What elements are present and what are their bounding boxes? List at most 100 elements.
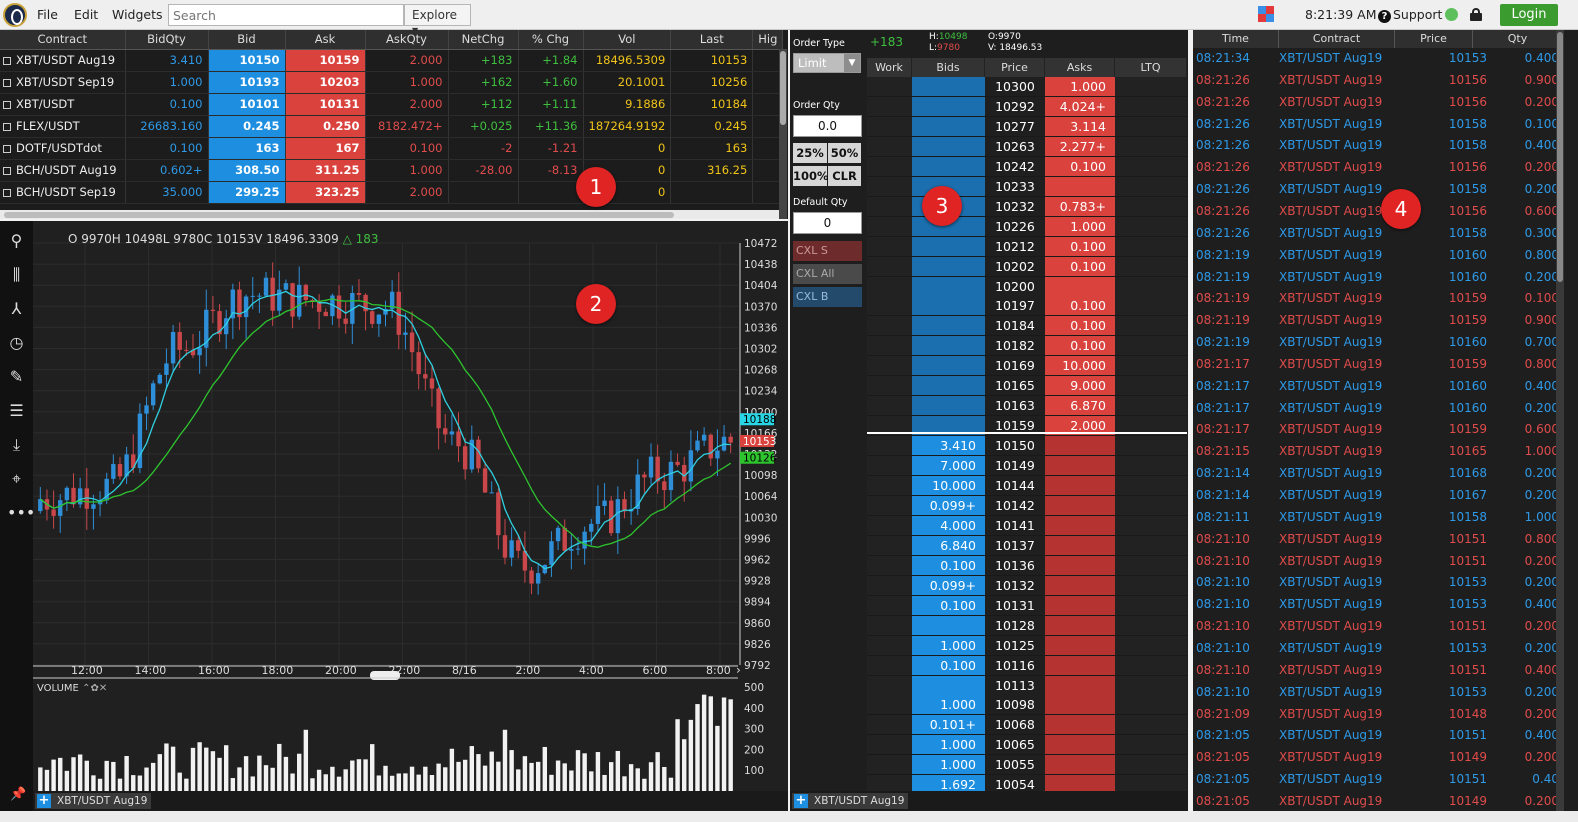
dom-row[interactable]: 10292 4.024+ [867, 96, 1187, 117]
dom-bid-cell[interactable]: 3.410 [912, 436, 985, 457]
col-price[interactable]: Price [985, 58, 1045, 77]
qty-clear-button[interactable]: CLR [828, 166, 861, 186]
dom-ask-cell[interactable]: 1.000 [1045, 77, 1115, 97]
dom-row[interactable]: 10.000 10144 [867, 476, 1187, 496]
column-header[interactable]: Hig [752, 30, 784, 50]
trade-row[interactable]: 08:21:10 XBT/USDT Aug19 10151 0.200 [1193, 616, 1563, 637]
dom-row[interactable]: 10182 0.100 [867, 336, 1187, 357]
trade-row[interactable]: 08:21:10 XBT/USDT Aug19 10153 0.200 [1193, 682, 1563, 703]
dom-bid-cell[interactable]: 0.101+ [912, 715, 985, 736]
dom-bid-cell[interactable]: 1.000 [912, 755, 985, 776]
bid-cell[interactable]: 10150 [208, 49, 286, 72]
dom-bid-cell[interactable]: 0.100 [912, 655, 985, 676]
ask-cell[interactable]: 323.25 [285, 181, 366, 204]
table-row[interactable]: FLEX/USDT 26683.160 0.245 0.250 8182.472+ +0.… [0, 115, 784, 138]
trade-row[interactable]: 08:21:17 XBT/USDT Aug19 10159 0.800 [1193, 354, 1563, 375]
col-bids[interactable]: Bids [912, 58, 985, 77]
dom-row[interactable]: 1.000 10065 [867, 735, 1187, 756]
trade-row[interactable]: 08:21:34 XBT/USDT Aug19 10153 0.400 [1193, 48, 1563, 69]
dom-bid-cell[interactable]: 0.099+ [912, 495, 985, 516]
dom-ask-cell[interactable]: 2.277+ [1045, 136, 1115, 157]
contract-cell[interactable]: BCH/USDT Sep19 [0, 181, 126, 204]
dom-row[interactable]: 6.840 10137 [867, 535, 1187, 556]
col-asks[interactable]: Asks [1045, 58, 1115, 77]
dom-ask-cell[interactable] [1045, 276, 1115, 297]
bid-cell[interactable]: 308.50 [208, 159, 286, 182]
add-icon[interactable]: + [37, 794, 51, 808]
expand-icon[interactable] [3, 166, 11, 175]
menu-widgets[interactable]: Widgets [112, 7, 163, 22]
dom-row[interactable]: 0.099+ 10132 [867, 575, 1187, 596]
dom-bid-cell[interactable] [912, 615, 985, 636]
dom-bid-cell[interactable] [912, 396, 985, 417]
dom-row[interactable]: 10277 3.114 [867, 116, 1187, 137]
contract-cell[interactable]: XBT/USDT Sep19 [0, 71, 126, 94]
dom-row[interactable]: 10300 1.000 [867, 77, 1187, 97]
contract-cell[interactable]: XBT/USDT Aug19 [0, 49, 126, 72]
dom-row[interactable]: 4.000 10141 [867, 515, 1187, 536]
dom-bid-cell[interactable] [912, 336, 985, 357]
dom-ask-cell[interactable]: 6.870 [1045, 396, 1115, 417]
col-ltq[interactable]: LTQ [1115, 58, 1187, 77]
contract-cell[interactable]: BCH/USDT Aug19 [0, 159, 126, 182]
chart-tab[interactable]: + XBT/USDT Aug19 [35, 793, 152, 809]
dom-bid-cell[interactable]: 0.099+ [912, 575, 985, 596]
col-work[interactable]: Work [867, 58, 912, 77]
trade-row[interactable]: 08:21:17 XBT/USDT Aug19 10159 0.600 [1193, 419, 1563, 440]
dom-ask-cell[interactable] [1045, 436, 1115, 457]
trade-row[interactable]: 08:21:09 XBT/USDT Aug19 10148 0.200 [1193, 704, 1563, 725]
dom-ask-cell[interactable] [1045, 476, 1115, 496]
dom-ask-cell[interactable] [1045, 735, 1115, 756]
dom-row[interactable]: 10263 2.277+ [867, 136, 1187, 157]
dom-ask-cell[interactable]: 0.100 [1045, 256, 1115, 277]
dom-row[interactable]: 10184 0.100 [867, 316, 1187, 337]
dom-ask-cell[interactable] [1045, 575, 1115, 596]
expand-icon[interactable] [3, 122, 11, 131]
dom-row[interactable]: 1.000 10055 [867, 755, 1187, 776]
dom-bid-cell[interactable]: 4.000 [912, 515, 985, 536]
dom-row[interactable]: 1.000 10098 [867, 695, 1187, 716]
vertical-scrollbar[interactable] [779, 49, 787, 220]
dom-ask-cell[interactable] [1045, 675, 1115, 696]
lock-icon[interactable] [1470, 8, 1482, 21]
bid-cell[interactable]: 299.25 [208, 181, 286, 204]
expand-icon[interactable] [3, 56, 11, 65]
dom-bid-cell[interactable] [912, 675, 985, 696]
column-header[interactable]: Bid [208, 30, 286, 50]
cancel-all-button[interactable]: CXL All [793, 264, 862, 284]
price-chart[interactable]: 10472 10438 10404 10370 10336 10302 10268 10234… [0, 221, 788, 811]
dom-bid-cell[interactable] [912, 256, 985, 277]
layout-icon[interactable] [1258, 6, 1274, 23]
dom-row[interactable]: 10197 0.100 [867, 296, 1187, 317]
bid-cell[interactable]: 0.245 [208, 115, 286, 138]
dom-row[interactable]: 10232 0.783+ [867, 196, 1187, 217]
col-qty[interactable]: Qty [1473, 30, 1563, 48]
order-qty-input[interactable]: 0.0 [793, 115, 862, 137]
trade-row[interactable]: 08:21:19 XBT/USDT Aug19 10160 0.200 [1193, 267, 1563, 288]
dom-row[interactable]: 10202 0.100 [867, 256, 1187, 277]
dom-ask-cell[interactable]: 0.100 [1045, 236, 1115, 257]
add-icon[interactable]: + [794, 794, 808, 808]
expand-icon[interactable] [3, 78, 11, 87]
column-header[interactable]: Ask [285, 30, 366, 50]
dom-row[interactable]: 10226 1.000 [867, 216, 1187, 237]
dom-bid-cell[interactable] [912, 136, 985, 157]
menu-edit[interactable]: Edit [74, 7, 98, 22]
dom-bid-cell[interactable] [912, 376, 985, 397]
login-button[interactable]: Login [1500, 4, 1558, 26]
trade-row[interactable]: 08:21:19 XBT/USDT Aug19 10160 0.700 [1193, 332, 1563, 353]
column-header[interactable]: AskQty [365, 30, 449, 50]
trade-row[interactable]: 08:21:26 XBT/USDT Aug19 10158 0.100 [1193, 114, 1563, 135]
ask-cell[interactable]: 10131 [285, 93, 366, 116]
dom-bid-cell[interactable]: 10.000 [912, 476, 985, 496]
dom-row[interactable]: 0.100 10136 [867, 555, 1187, 576]
dom-ask-cell[interactable]: 0.100 [1045, 156, 1115, 177]
dom-row[interactable]: 10169 10.000 [867, 356, 1187, 377]
col-time[interactable]: Time [1193, 30, 1279, 48]
panel-divider[interactable] [0, 219, 788, 221]
trade-row[interactable]: 08:21:26 XBT/USDT Aug19 10156 0.200 [1193, 157, 1563, 178]
trade-row[interactable]: 08:21:10 XBT/USDT Aug19 10151 0.400 [1193, 660, 1563, 681]
contract-cell[interactable]: XBT/USDT [0, 93, 126, 116]
trade-row[interactable]: 08:21:14 XBT/USDT Aug19 10168 0.200 [1193, 463, 1563, 484]
qty-100-button[interactable]: 100% [793, 166, 829, 186]
